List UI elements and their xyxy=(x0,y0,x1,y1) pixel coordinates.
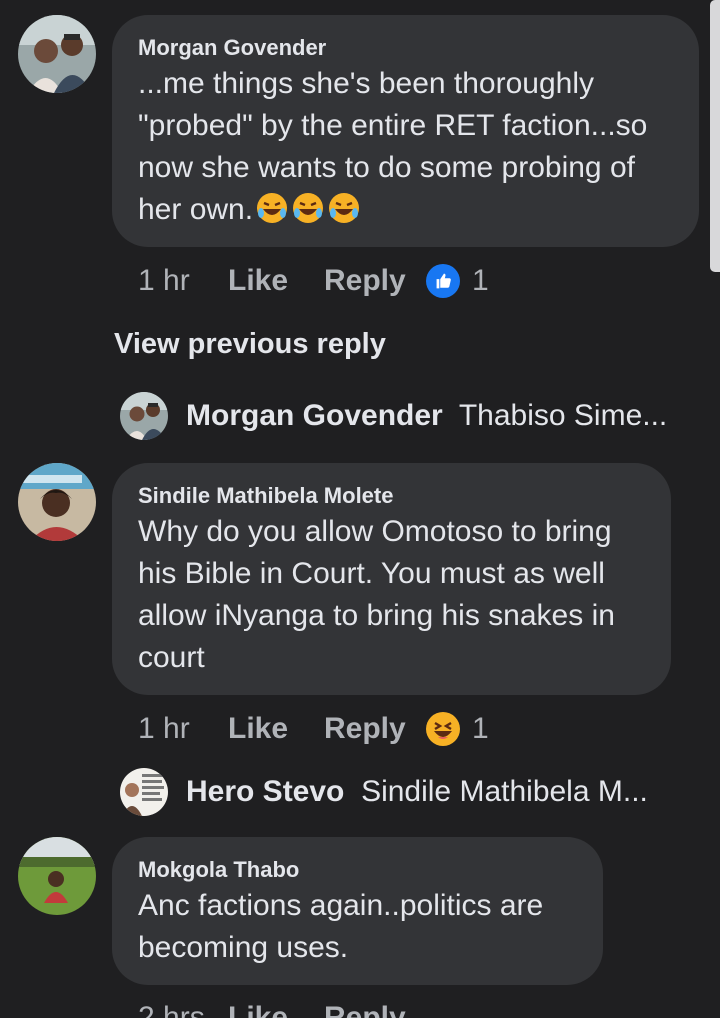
laughing-emoji-icon xyxy=(291,191,325,225)
comment-text: ...me things she's been thoroughly "prob… xyxy=(138,63,673,231)
reply-author[interactable]: Morgan Govender xyxy=(186,399,443,432)
comment-author[interactable]: Sindile Mathibela Molete xyxy=(138,483,645,509)
comment-text: Anc factions again..politics are becomin… xyxy=(138,889,544,964)
comment-text-body: ...me things she's been thoroughly "prob… xyxy=(138,67,648,226)
comment-actions: 1 hr Like Reply 1 xyxy=(138,709,489,749)
reply-button[interactable]: Reply xyxy=(324,1001,426,1018)
comment-time[interactable]: 1 hr xyxy=(138,712,228,746)
comments-page: Morgan Govender ...me things she's been … xyxy=(0,0,720,1018)
reply-preview-text[interactable]: Hero Stevo Sindile Mathibela M... xyxy=(186,775,648,809)
comment-actions: 2 hrs Like Reply xyxy=(138,998,426,1018)
avatar[interactable] xyxy=(18,837,96,915)
comment-text: Why do you allow Omotoso to bring his Bi… xyxy=(138,515,615,674)
thumbs-up-icon[interactable] xyxy=(426,264,460,298)
reaction-count[interactable]: 1 xyxy=(472,264,489,298)
reply-author[interactable]: Hero Stevo xyxy=(186,775,344,808)
comment-bubble: Mokgola Thabo Anc factions again..politi… xyxy=(112,837,603,985)
comment-author[interactable]: Morgan Govender xyxy=(138,35,673,61)
like-button[interactable]: Like xyxy=(228,264,324,298)
reply-preview-text[interactable]: Morgan Govender Thabiso Sime... xyxy=(186,399,667,433)
avatar[interactable] xyxy=(120,768,168,816)
comment-bubble: Sindile Mathibela Molete Why do you allo… xyxy=(112,463,671,695)
comment-time[interactable]: 1 hr xyxy=(138,264,228,298)
view-previous-reply-link[interactable]: View previous reply xyxy=(114,328,386,361)
comment-bubble: Morgan Govender ...me things she's been … xyxy=(112,15,699,247)
avatar[interactable] xyxy=(120,392,168,440)
comment-time[interactable]: 2 hrs xyxy=(138,1001,228,1018)
laughing-emoji-icon xyxy=(255,191,289,225)
reply-button[interactable]: Reply xyxy=(324,264,426,298)
laughing-emoji-icon xyxy=(327,191,361,225)
reply-snippet: Sindile Mathibela M... xyxy=(361,775,648,808)
comment-author[interactable]: Mokgola Thabo xyxy=(138,857,577,883)
reaction-count[interactable]: 1 xyxy=(472,712,489,746)
like-button[interactable]: Like xyxy=(228,712,324,746)
like-button[interactable]: Like xyxy=(228,1001,324,1018)
reply-button[interactable]: Reply xyxy=(324,712,426,746)
avatar[interactable] xyxy=(18,15,96,93)
scrollbar[interactable] xyxy=(710,0,720,272)
avatar[interactable] xyxy=(18,463,96,541)
reply-snippet: Thabiso Sime... xyxy=(458,399,668,432)
laughing-face-icon[interactable] xyxy=(426,712,460,746)
comment-actions: 1 hr Like Reply 1 xyxy=(138,261,489,301)
